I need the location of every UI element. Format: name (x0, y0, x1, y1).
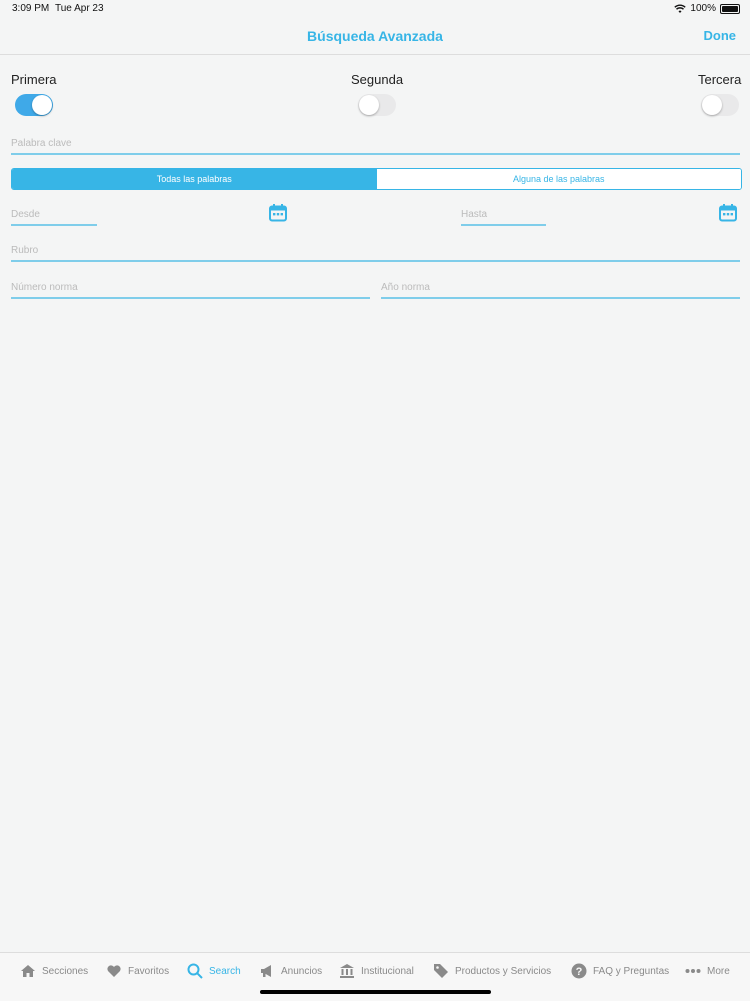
rubro-input[interactable] (11, 245, 740, 256)
tab-label: FAQ y Preguntas (593, 965, 670, 977)
toggle-knob (702, 95, 722, 115)
status-right: 100% (674, 3, 740, 14)
navigation-bar: Búsqueda Avanzada Done (0, 20, 750, 55)
rubro-field (11, 240, 740, 262)
tab-label: Secciones (42, 965, 89, 977)
wifi-icon (674, 4, 687, 13)
toggle-knob (359, 95, 379, 115)
keyword-field (11, 133, 740, 155)
tab-favoritos[interactable]: Favoritos (106, 963, 169, 979)
segment-all-words[interactable]: Todas las palabras (12, 169, 377, 189)
calendar-icon[interactable] (268, 203, 288, 223)
status-time: 3:09 PM (12, 3, 50, 14)
toggle-primera[interactable] (15, 94, 53, 116)
desde-input[interactable] (11, 209, 97, 220)
home-indicator[interactable] (260, 990, 491, 994)
heart-icon (107, 965, 121, 977)
tab-label: More (707, 965, 730, 977)
toggle-knob (32, 95, 52, 115)
done-button[interactable]: Done (704, 28, 737, 43)
hasta-field (461, 204, 546, 226)
status-date: Tue Apr 23 (55, 3, 104, 14)
tab-label: Productos y Servicios (455, 965, 552, 977)
tab-faq-preguntas[interactable]: ? FAQ y Preguntas (571, 963, 669, 979)
calendar-icon[interactable] (718, 203, 738, 223)
tab-secciones[interactable]: Secciones (20, 963, 88, 979)
tab-label: Institucional (361, 965, 414, 977)
tab-label: Search (209, 965, 241, 977)
segment-any-words[interactable]: Alguna de las palabras (376, 169, 741, 189)
toggle-tercera[interactable] (701, 94, 739, 116)
toggle-label-primera: Primera (11, 72, 57, 87)
tab-anuncios[interactable]: Anuncios (259, 963, 322, 979)
status-bar: 3:09 PM Tue Apr 23 100% (0, 0, 750, 20)
anio-norma-input[interactable] (381, 282, 740, 293)
tab-more[interactable]: More (685, 963, 730, 979)
numero-norma-input[interactable] (11, 282, 370, 293)
battery-percent: 100% (690, 3, 716, 14)
keyword-input[interactable] (11, 138, 740, 149)
more-icon (685, 969, 701, 973)
toggle-label-tercera: Tercera (698, 72, 742, 87)
tab-label: Anuncios (281, 965, 323, 977)
word-match-segmented-control: Todas las palabras Alguna de las palabra… (11, 168, 742, 190)
institution-icon (340, 964, 354, 978)
hasta-input[interactable] (461, 209, 546, 220)
anio-norma-field (381, 277, 740, 299)
megaphone-icon (261, 965, 271, 977)
search-icon (187, 963, 203, 979)
tab-label: Favoritos (128, 965, 170, 977)
home-icon (21, 965, 35, 977)
numero-norma-field (11, 277, 370, 299)
question-icon: ? (571, 963, 587, 979)
tab-productos-servicios[interactable]: Productos y Servicios (433, 963, 551, 979)
tab-institucional[interactable]: Institucional (339, 963, 414, 979)
page-title: Búsqueda Avanzada (307, 28, 443, 44)
svg-text:?: ? (576, 966, 583, 978)
tab-search[interactable]: Search (187, 963, 241, 979)
battery-icon (720, 3, 740, 14)
tag-icon (434, 964, 448, 978)
desde-field (11, 204, 97, 226)
toggle-segunda[interactable] (358, 94, 396, 116)
toggle-label-segunda: Segunda (351, 72, 404, 87)
